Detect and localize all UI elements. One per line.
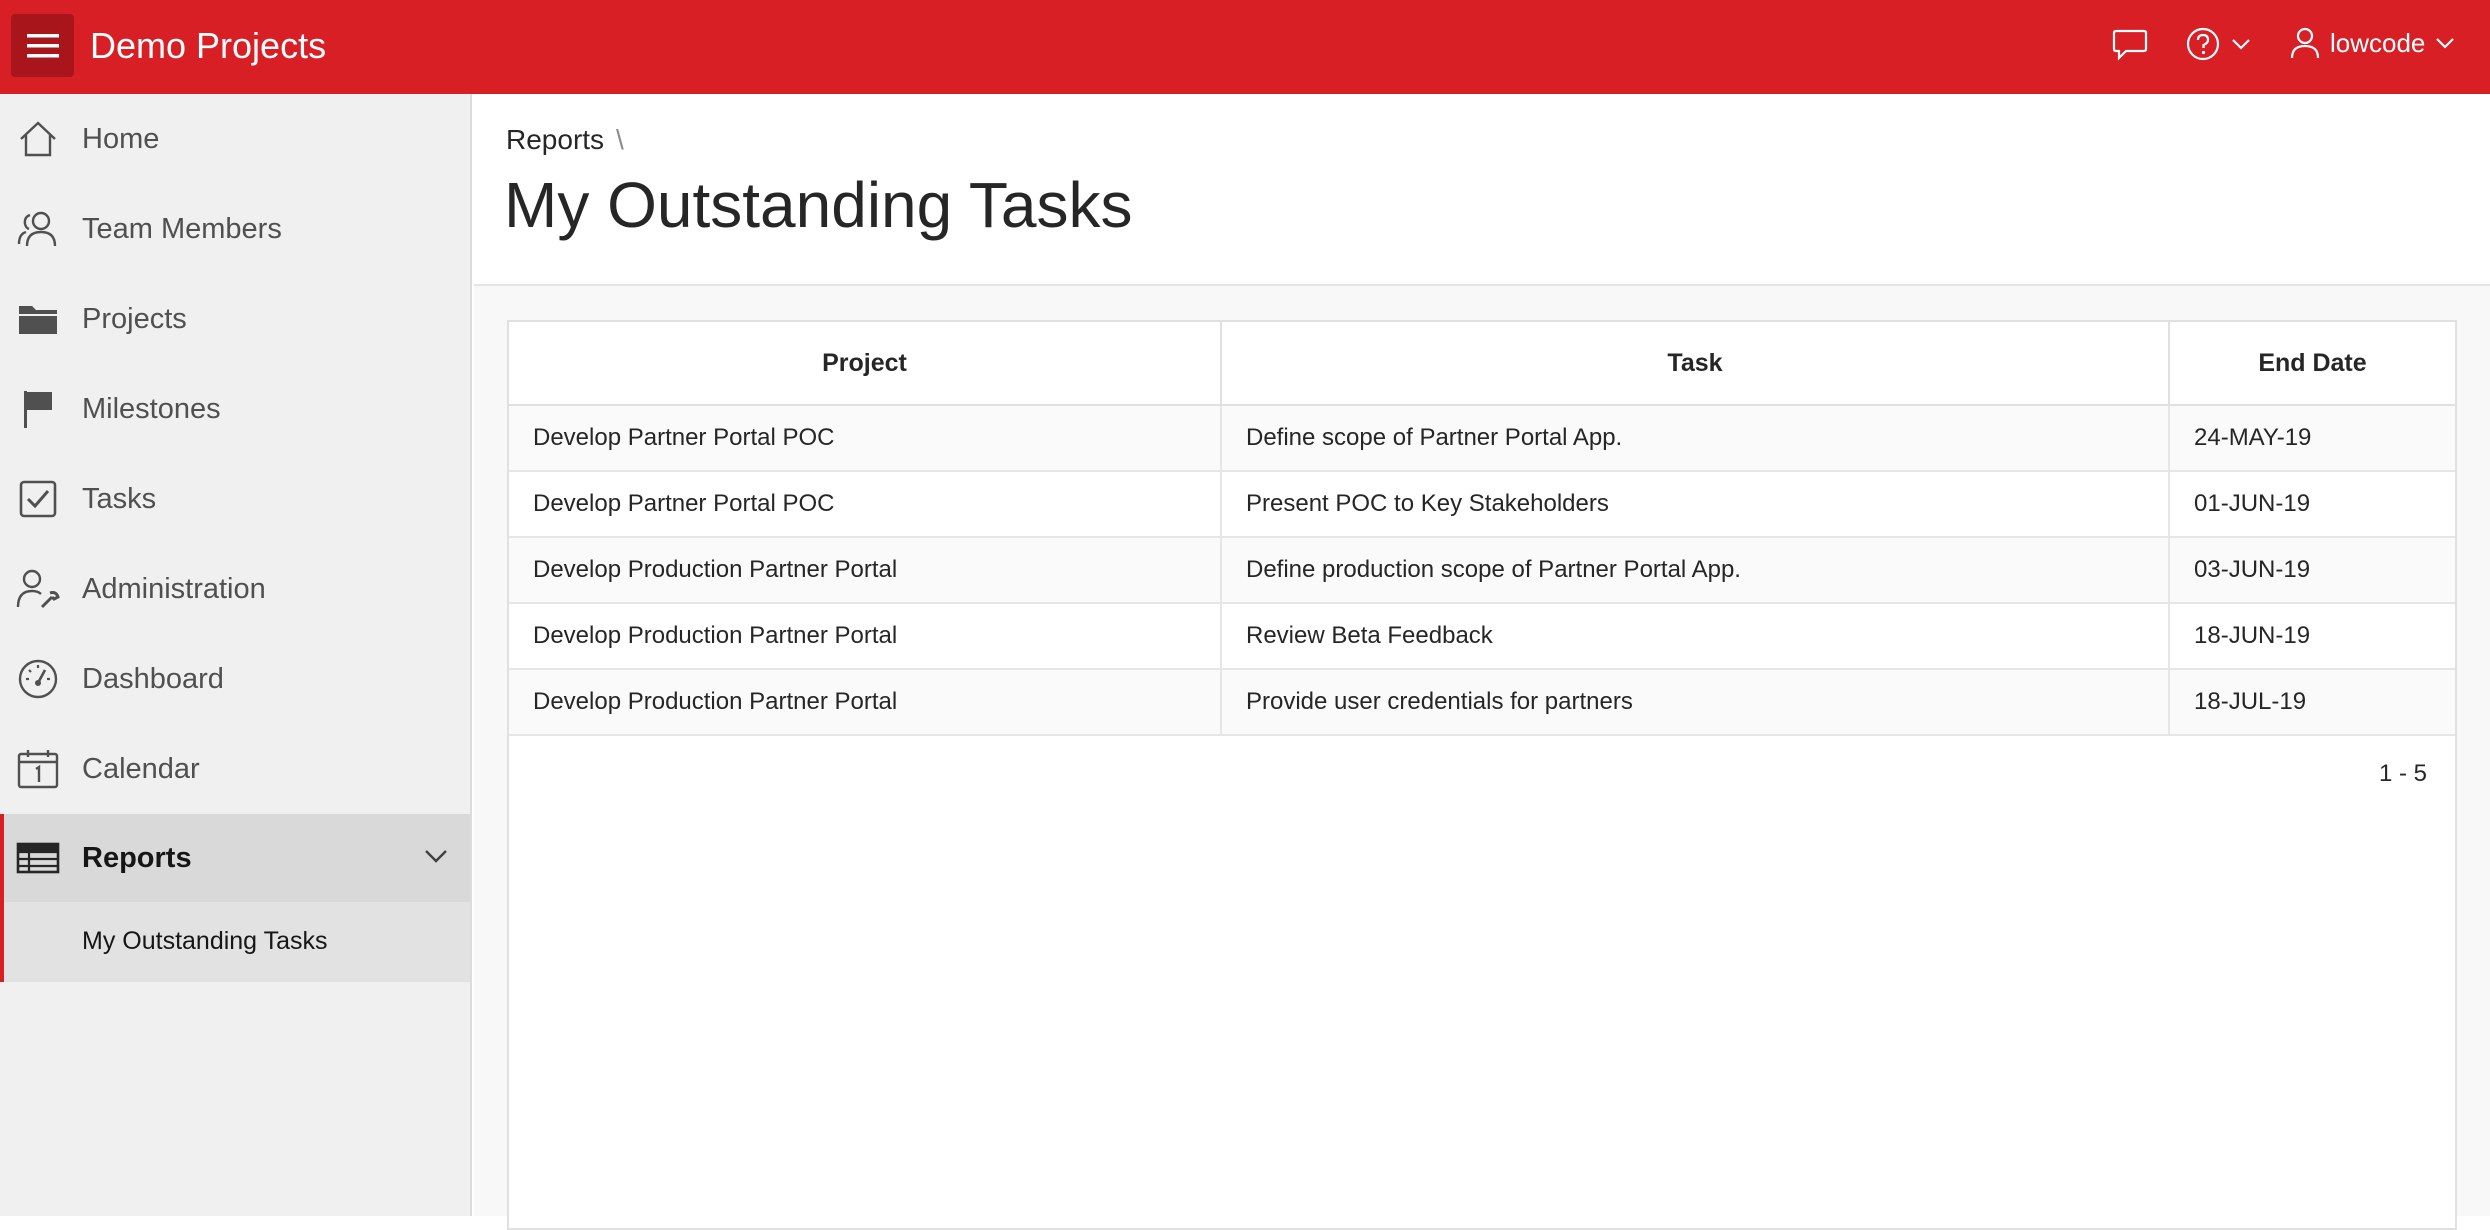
cell-end-date: 18-JUN-19 [2169,603,2455,670]
cell-end-date: 18-JUL-19 [2169,669,2455,736]
sidebar-nav: Home Team Members Projects Milestones Ta… [0,94,472,1216]
folder-icon [16,297,60,341]
help-circle-icon [2186,27,2220,61]
sidebar-item-reports[interactable]: Reports [0,814,470,902]
sidebar-item-label: Administration [82,572,266,605]
sidebar-item-label: Home [82,122,160,155]
sidebar-item-administration[interactable]: Administration [0,544,470,634]
cell-task: Define production scope of Partner Porta… [1221,537,2170,604]
sidebar-item-label: Team Members [82,212,282,245]
home-icon [16,117,60,161]
sidebar-item-label: Calendar [82,752,200,785]
app-title[interactable]: Demo Projects [90,22,326,70]
cell-end-date: 01-JUN-19 [2169,471,2455,538]
calendar-icon [16,747,60,791]
table-row: Develop Partner Portal POC Present POC t… [509,471,2455,538]
cell-task: Present POC to Key Stakeholders [1221,471,2170,538]
column-header-end-date[interactable]: End Date [2169,322,2455,406]
sidebar-item-label: Projects [82,302,187,335]
table-icon [16,836,60,880]
user-name: lowcode [2330,27,2426,58]
table-row: Develop Production Partner Portal Review… [509,603,2455,670]
user-icon [2290,27,2320,59]
report-table: Project Task End Date Develop Partner Po… [509,322,2455,736]
column-header-task[interactable]: Task [1221,322,2170,406]
user-menu-button[interactable]: lowcode [2290,26,2455,60]
top-header: Demo Projects lowcode [0,0,2490,94]
breadcrumb: Reports \ [506,124,624,156]
chevron-down-icon [2232,39,2250,50]
chat-bubble-icon [2112,29,2148,61]
cell-end-date: 24-MAY-19 [2169,405,2455,472]
cell-project: Develop Production Partner Portal [509,669,1222,736]
table-row: Develop Production Partner Portal Provid… [509,669,2455,736]
cell-end-date: 03-JUN-19 [2169,537,2455,604]
gauge-icon [16,657,60,701]
flag-icon [16,387,60,431]
hamburger-menu-button[interactable] [11,14,74,77]
chevron-down-icon[interactable] [424,849,448,868]
cell-project: Develop Partner Portal POC [509,471,1222,538]
sidebar-item-label: Dashboard [82,662,224,695]
cell-project: Develop Partner Portal POC [509,405,1222,472]
user-wrench-icon [16,567,60,611]
hamburger-icon [26,33,59,57]
sidebar-item-label: Milestones [82,392,221,425]
feedback-button[interactable] [2112,28,2148,62]
cell-task: Provide user credentials for partners [1221,669,2170,736]
column-header-project[interactable]: Project [509,322,1222,406]
cell-task: Define scope of Partner Portal App. [1221,405,2170,472]
sidebar-item-milestones[interactable]: Milestones [0,364,470,454]
breadcrumb-separator: \ [616,124,624,155]
table-row: Develop Production Partner Portal Define… [509,537,2455,604]
checkbox-icon [16,477,60,521]
sidebar-item-calendar[interactable]: Calendar [0,724,470,814]
people-icon [16,207,60,251]
sidebar-item-label: Tasks [82,482,157,515]
pagination-label: 1 - 5 [2378,760,2427,787]
report-region: Project Task End Date Develop Partner Po… [507,320,2457,1230]
sidebar-item-projects[interactable]: Projects [0,274,470,364]
page-title-region: Reports \ My Outstanding Tasks [474,94,2490,286]
sidebar-subitem-my-outstanding-tasks[interactable]: My Outstanding Tasks [0,902,470,982]
table-header-row: Project Task End Date [509,322,2455,406]
table-row: Develop Partner Portal POC Define scope … [509,405,2455,472]
chevron-down-icon [2436,38,2455,49]
sidebar-item-team-members[interactable]: Team Members [0,184,470,274]
sidebar-subitem-label: My Outstanding Tasks [82,927,328,955]
sidebar-item-dashboard[interactable]: Dashboard [0,634,470,724]
help-menu-button[interactable] [2185,26,2251,62]
breadcrumb-link-reports[interactable]: Reports [506,124,604,155]
sidebar-item-label: Reports [82,841,192,874]
sidebar-item-home[interactable]: Home [0,94,470,184]
cell-project: Develop Production Partner Portal [509,537,1222,604]
cell-project: Develop Production Partner Portal [509,603,1222,670]
page-title: My Outstanding Tasks [504,169,1133,241]
cell-task: Review Beta Feedback [1221,603,2170,670]
sidebar-item-tasks[interactable]: Tasks [0,454,470,544]
